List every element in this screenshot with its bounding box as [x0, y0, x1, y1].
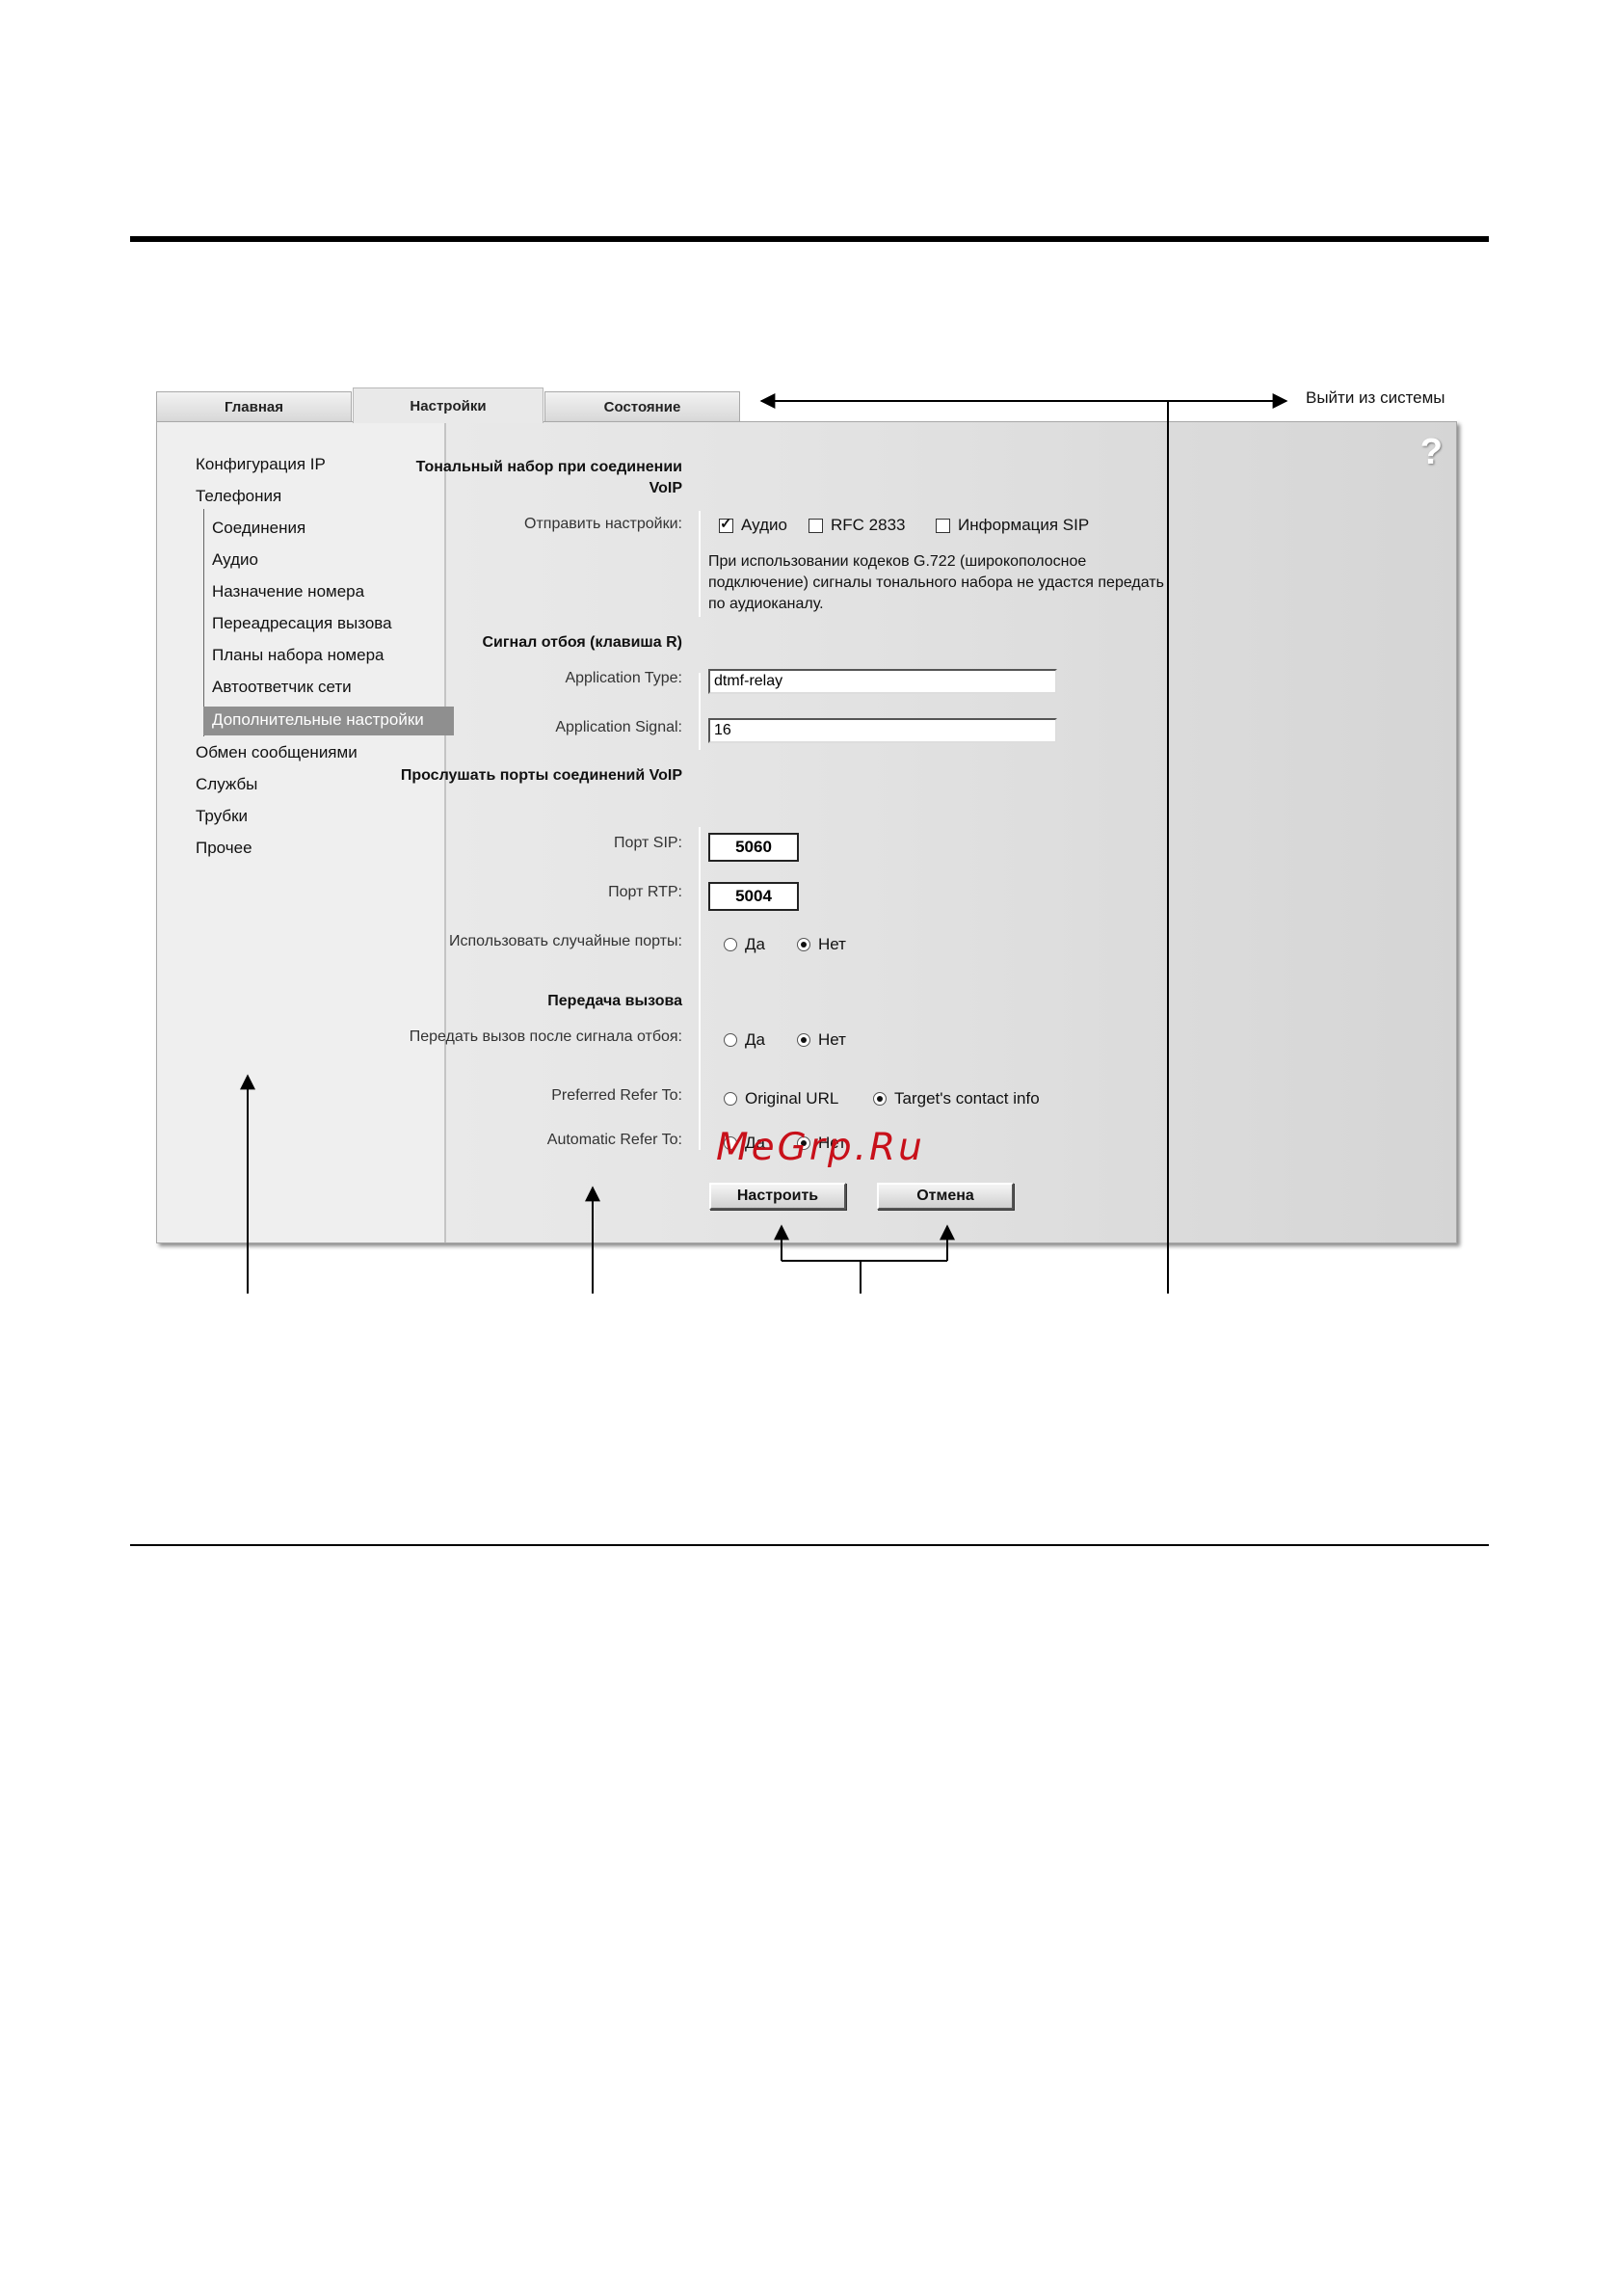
callout-lines — [240, 393, 1288, 1294]
tab-label: Настройки — [410, 397, 487, 414]
bottom-rule — [130, 1544, 1489, 1546]
tab-settings[interactable]: Настройки — [353, 387, 543, 423]
